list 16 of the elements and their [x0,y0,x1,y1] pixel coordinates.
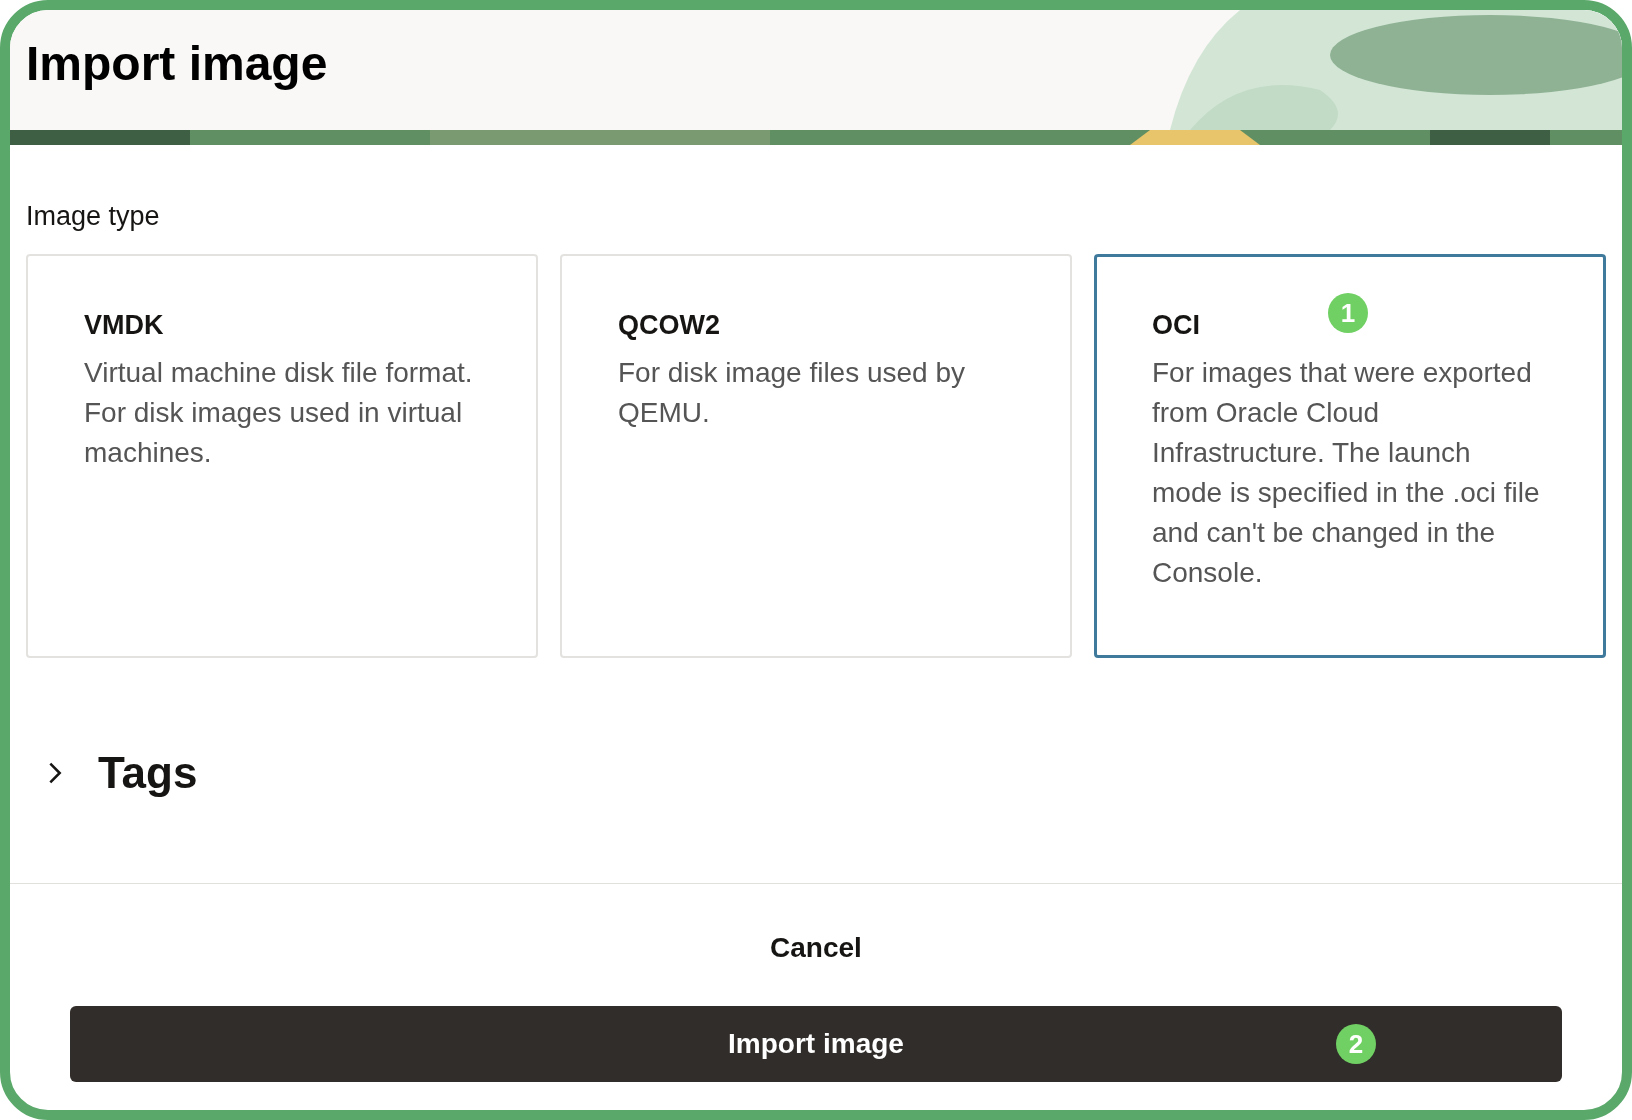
step-badge: 1 [1328,293,1368,333]
chevron-icon [48,761,62,785]
option-description: For images that were exported from Oracle Cloud Infrastructure. The launch mode is specified in the .oci file and can't be changed in the Console. [1152,356,1541,590]
section-title: Tags [98,748,198,798]
option-title: OCI [1152,310,1200,341]
option-card[interactable]: VMDK Virtual machine disk file format. For disk images used in virtual machines. [26,254,538,658]
field-label: Image type [26,201,160,232]
option-description: Virtual machine disk file format. For disk images used in virtual machines. [84,356,474,470]
option-card[interactable]: OCI 1 For images that were exported from Oracle Cloud Infrastructure. The launch mode is specified in the .oci file and can't be changed in the Console. [1094,254,1606,658]
dialog-title: Import image [25,36,328,91]
option-card[interactable]: QCOW2 For disk image files used by QEMU. [560,254,1072,658]
option-description: For disk image files used by QEMU. [618,356,967,430]
cancel-button[interactable]: Cancel [758,924,874,972]
option-title: QCOW2 [618,310,720,341]
tags-toggle[interactable]: Tags [26,748,198,798]
option-title: VMDK [84,310,164,341]
